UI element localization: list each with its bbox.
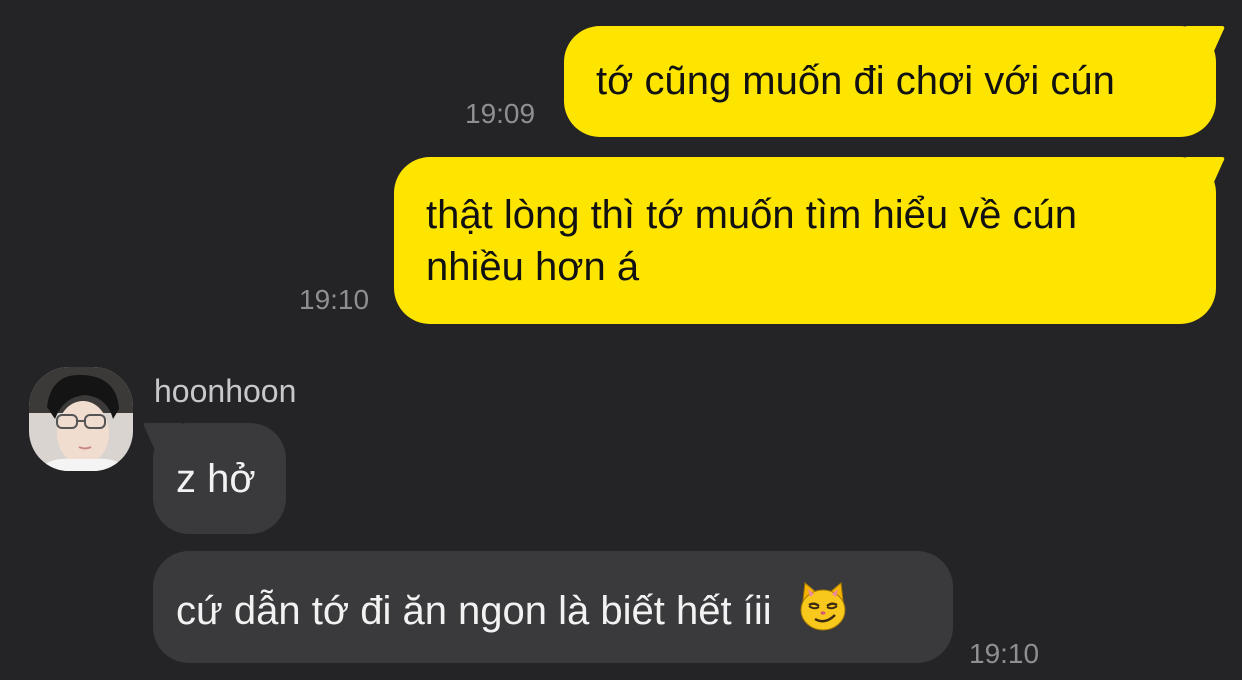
avatar[interactable] xyxy=(29,367,133,471)
sent-message-bubble[interactable]: thật lòng thì tớ muốn tìm hiểu về cún nh… xyxy=(394,157,1216,324)
message-text-line: nhiều hơn á xyxy=(426,245,640,289)
bubble-tail-icon xyxy=(1186,26,1225,60)
message-text: z hở xyxy=(176,457,256,501)
sent-message-bubble[interactable]: tớ cũng muốn đi chơi với cún xyxy=(564,26,1216,137)
avatar-image xyxy=(29,367,133,471)
message-text-line: thật lòng thì tớ muốn tìm hiểu về cún xyxy=(426,193,1078,237)
received-message-bubble[interactable]: cứ dẫn tớ đi ăn ngon là biết hết íii xyxy=(153,551,953,663)
message-text: cứ dẫn tớ đi ăn ngon là biết hết íii xyxy=(176,589,772,634)
bubble-tail-icon xyxy=(1186,157,1225,191)
message-text: tớ cũng muốn đi chơi với cún xyxy=(596,59,1115,103)
message-timestamp: 19:10 xyxy=(969,638,1040,669)
smirking-cat-emoji-icon xyxy=(797,581,849,646)
message-timestamp: 19:09 xyxy=(465,98,536,129)
sender-name: hoonhoon xyxy=(154,373,297,409)
chat-view: 19:09 tớ cũng muốn đi chơi với cún 19:10… xyxy=(0,0,1242,680)
received-message-bubble[interactable]: z hở xyxy=(153,423,286,534)
message-timestamp: 19:10 xyxy=(299,284,370,315)
